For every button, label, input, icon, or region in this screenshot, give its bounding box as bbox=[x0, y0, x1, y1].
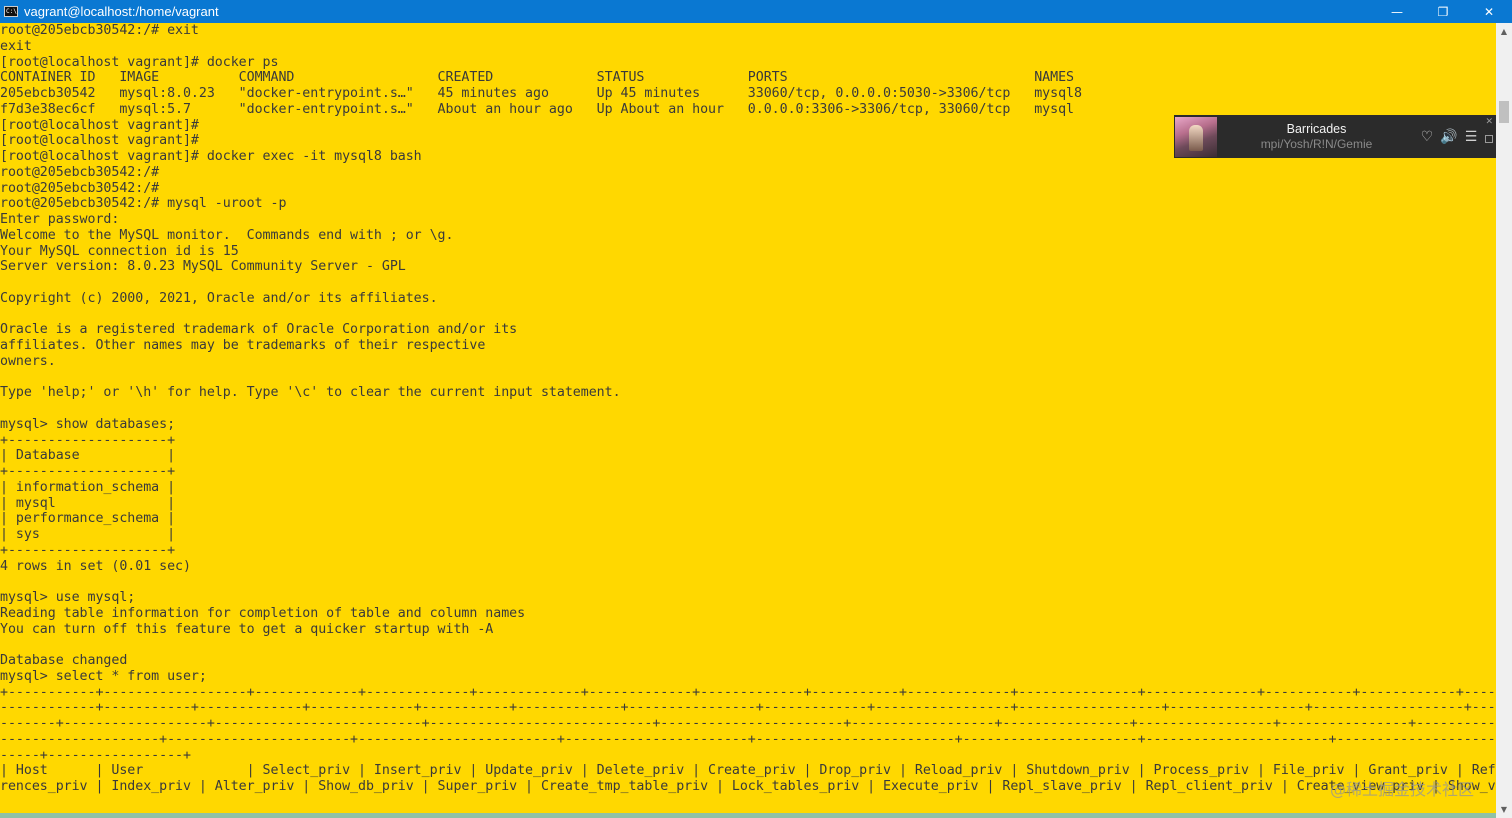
track-title: Barricades bbox=[1286, 121, 1347, 136]
bottom-strip bbox=[0, 813, 1496, 818]
title-bar: C:\ vagrant@localhost:/home/vagrant — ❐ … bbox=[0, 0, 1512, 23]
terminal-app-icon: C:\ bbox=[4, 6, 18, 17]
scroll-up-icon[interactable]: ▲ bbox=[1496, 23, 1512, 40]
track-artist: mpi/Yosh/R!N/Gemie bbox=[1260, 136, 1373, 151]
vertical-scrollbar[interactable]: ▲ ▼ bbox=[1496, 23, 1512, 818]
like-icon[interactable]: ♡ bbox=[1416, 129, 1438, 145]
minimize-button[interactable]: — bbox=[1374, 0, 1420, 23]
watermark: @稀土掘金技术社区 bbox=[1330, 780, 1475, 799]
window-controls: — ❐ ✕ bbox=[1374, 0, 1512, 23]
restore-button[interactable]: ❐ bbox=[1420, 0, 1466, 23]
scroll-thumb[interactable] bbox=[1499, 101, 1509, 123]
scroll-down-icon[interactable]: ▼ bbox=[1496, 801, 1512, 818]
player-minimize-icon[interactable] bbox=[1485, 135, 1493, 143]
player-close-icon[interactable]: ✕ bbox=[1485, 117, 1493, 127]
window-title: vagrant@localhost:/home/vagrant bbox=[24, 4, 219, 19]
playlist-icon[interactable]: ☰ bbox=[1460, 129, 1482, 145]
music-player-widget[interactable]: Barricades mpi/Yosh/R!N/Gemie ♡ 🔊 ☰ ✕ bbox=[1174, 115, 1496, 158]
album-art bbox=[1175, 116, 1217, 157]
track-info: Barricades mpi/Yosh/R!N/Gemie bbox=[1217, 122, 1416, 152]
volume-icon[interactable]: 🔊 bbox=[1438, 129, 1460, 145]
close-button[interactable]: ✕ bbox=[1466, 0, 1512, 23]
